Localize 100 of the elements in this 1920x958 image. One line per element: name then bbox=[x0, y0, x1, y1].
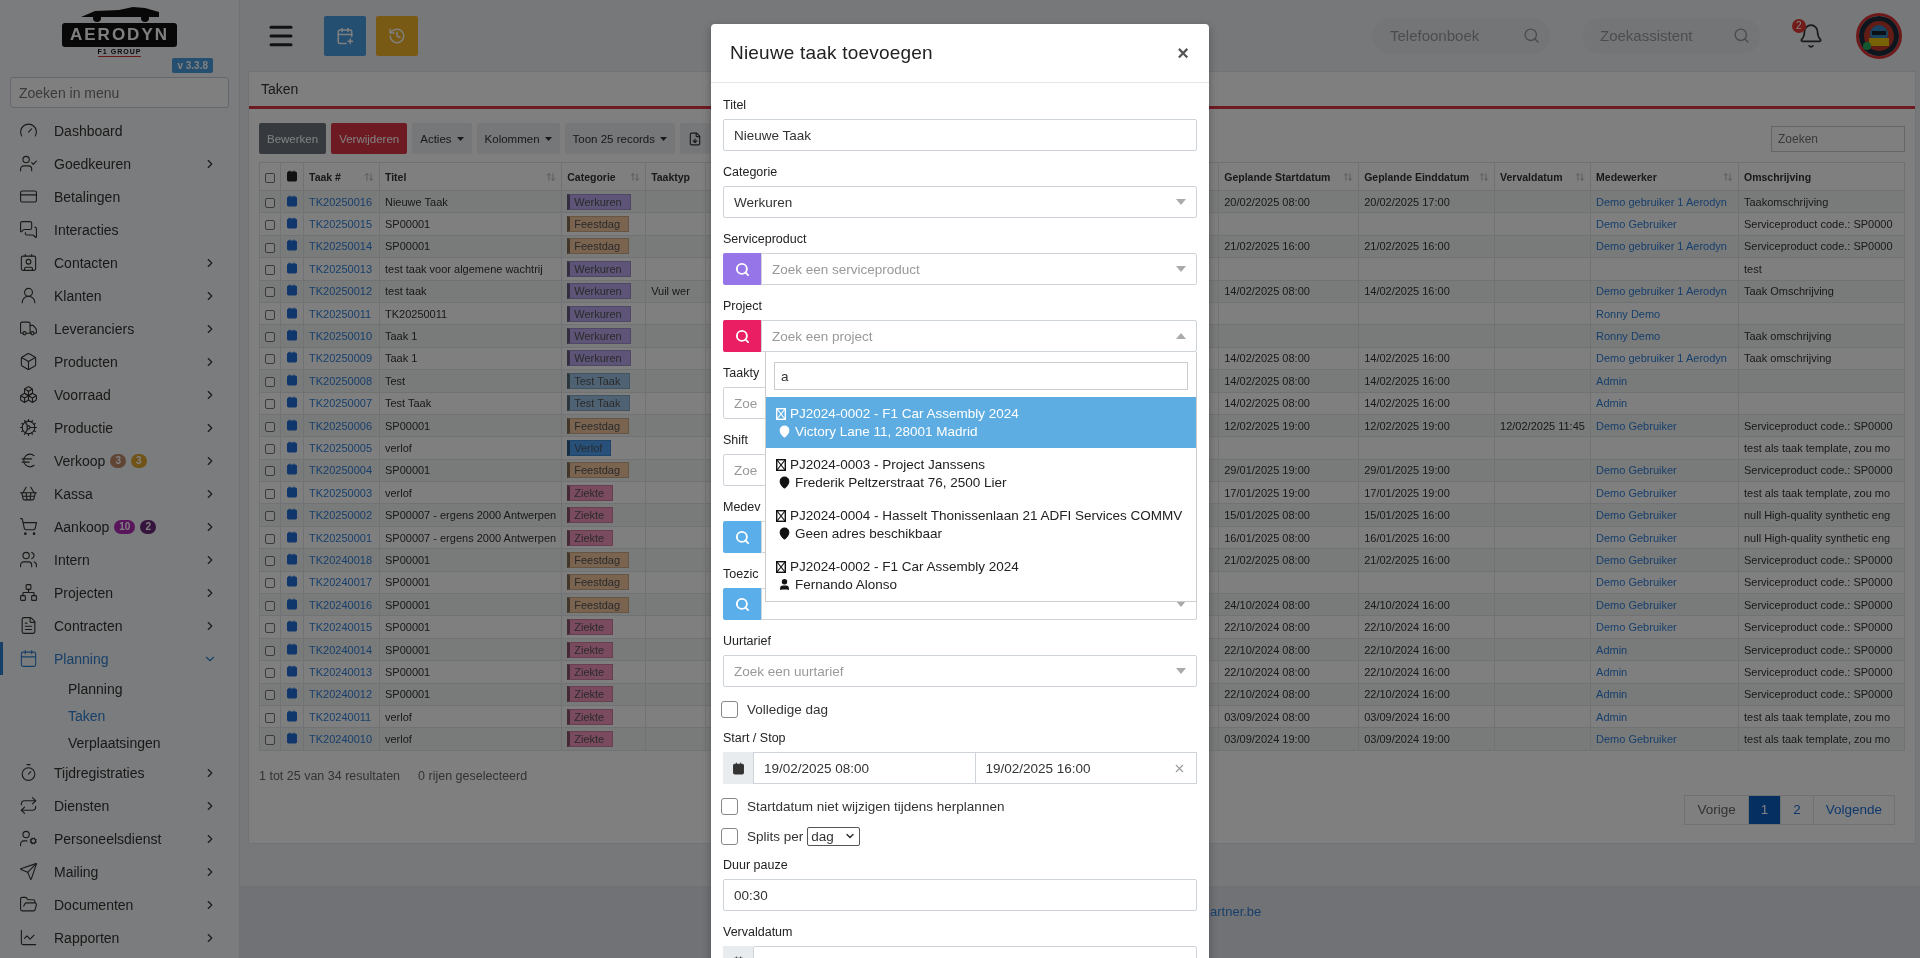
column-header[interactable]: Taak # bbox=[303, 162, 380, 191]
table-cell: Taak Omschrijving bbox=[1738, 280, 1905, 303]
employee-link[interactable]: Admin bbox=[1596, 710, 1628, 723]
table-cell: TK20250011 bbox=[379, 302, 562, 325]
column-header[interactable]: Medewerker bbox=[1590, 162, 1739, 191]
select-field[interactable]: dag bbox=[807, 826, 860, 846]
table-cell: null High-quality synthetic eng bbox=[1738, 503, 1905, 527]
column-header[interactable]: Titel bbox=[379, 162, 562, 191]
sidebar-item[interactable]: Projecten bbox=[0, 576, 239, 609]
sidebar-subitem[interactable]: Taken bbox=[0, 702, 239, 729]
table-cell: Taak 1 bbox=[379, 324, 562, 348]
employee-link[interactable]: Admin bbox=[1596, 397, 1628, 410]
checkbox-label: Splits per bbox=[747, 828, 804, 844]
category-tag: Feestdag bbox=[567, 216, 630, 233]
text-field[interactable]: Nieuwe Taak bbox=[723, 119, 1197, 151]
sidebar-item[interactable]: Aankoop 10 2 bbox=[0, 510, 239, 543]
dropdown-button[interactable]: Acties bbox=[412, 123, 472, 154]
table-cell: 14/02/2025 08:00 bbox=[1218, 280, 1359, 303]
field-label: Titel bbox=[723, 98, 747, 112]
table-cell: 17/01/2025 19:00 bbox=[1218, 481, 1359, 504]
sidebar-item[interactable]: Dashboard bbox=[0, 114, 239, 147]
table-cell: SP00001 bbox=[379, 593, 562, 616]
sidebar-item[interactable]: Klanten bbox=[0, 279, 239, 312]
footer-link[interactable]: artner.be bbox=[1210, 904, 1262, 919]
table-cell: 12/02/2025 19:00 bbox=[1358, 414, 1495, 437]
sidebar-item[interactable]: Planning bbox=[0, 642, 239, 675]
column-header[interactable]: Vervaldatum bbox=[1494, 162, 1591, 191]
table-cell: Serviceproduct code.: SP0000 bbox=[1738, 638, 1905, 661]
sidebar-item[interactable]: Diensten bbox=[0, 789, 239, 822]
sidebar-item[interactable]: Voorraad bbox=[0, 378, 239, 411]
field-label: Toezic bbox=[723, 567, 759, 581]
sidebar-item[interactable]: Verkoop 3 3 bbox=[0, 444, 239, 477]
delete-button[interactable]: Verwijderen bbox=[331, 123, 408, 154]
page-button[interactable]: 1 bbox=[1747, 794, 1782, 825]
employee-link[interactable]: Admin bbox=[1596, 374, 1628, 387]
dropdown-option[interactable]: PJ2024-0002 - F1 Car Assembly 2024 Victory Lane 11, 28001 Madrid bbox=[766, 397, 1196, 448]
select-field[interactable]: Zoek een serviceproduct bbox=[761, 253, 1197, 285]
category-tag: Ziekte bbox=[567, 686, 614, 703]
table-cell: Taak omschrijving bbox=[1738, 324, 1905, 348]
sidebar-subitem[interactable]: Verplaatsingen bbox=[0, 729, 239, 756]
column-header[interactable]: Categorie bbox=[561, 162, 646, 191]
table-cell: 14/02/2025 16:00 bbox=[1358, 392, 1495, 415]
table-cell: SP00001 bbox=[379, 212, 562, 236]
field-label: Serviceproduct bbox=[723, 232, 807, 246]
sidebar-item[interactable]: Contracten bbox=[0, 609, 239, 642]
table-cell: 14/02/2025 08:00 bbox=[1218, 369, 1359, 392]
page-button[interactable]: 2 bbox=[1780, 794, 1814, 825]
edit-button[interactable]: Bewerken bbox=[259, 123, 327, 154]
table-cell: 17/01/2025 19:00 bbox=[1358, 481, 1495, 504]
column-header[interactable]: Geplande Einddatum bbox=[1358, 162, 1495, 191]
field-label: Categorie bbox=[723, 165, 778, 179]
table-cell: 03/09/2024 16:00 bbox=[1358, 705, 1495, 728]
employee-link[interactable]: Admin bbox=[1596, 688, 1628, 701]
table-cell: 14/02/2025 08:00 bbox=[1218, 347, 1359, 370]
table-cell: 22/10/2024 16:00 bbox=[1358, 615, 1495, 639]
close-button[interactable]: × bbox=[1173, 41, 1193, 65]
sidebar-item[interactable]: Contacten bbox=[0, 246, 239, 279]
table-cell: Vuil wer bbox=[645, 280, 706, 303]
sidebar-item[interactable]: Productie bbox=[0, 411, 239, 444]
table-cell: Taak omschrijving bbox=[1738, 347, 1905, 370]
menu-search-field[interactable]: Zoeken in menu bbox=[10, 77, 229, 108]
category-tag: Test Taak bbox=[567, 372, 630, 389]
text-field[interactable]: 00:30 bbox=[723, 879, 1197, 911]
sidebar-item[interactable]: Leveranciers bbox=[0, 312, 239, 345]
column-header[interactable]: Geplande Startdatum bbox=[1218, 162, 1359, 191]
sidebar-item[interactable]: Interacties bbox=[0, 213, 239, 246]
employee-link[interactable]: Admin bbox=[1596, 665, 1628, 678]
dropdown-button[interactable]: Kolommen bbox=[476, 123, 560, 154]
table-cell: SP00001 bbox=[379, 660, 562, 684]
table-cell: 29/01/2025 19:00 bbox=[1218, 459, 1359, 482]
table-cell: Serviceproduct code.: SP0000 bbox=[1738, 548, 1905, 572]
date-field[interactable]: 19/02/2025 08:00 bbox=[753, 752, 976, 784]
category-tag: Feestdag bbox=[567, 462, 630, 479]
sidebar-item[interactable]: Mailing bbox=[0, 855, 239, 888]
table-search-field[interactable]: Zoeken bbox=[1771, 125, 1905, 152]
sidebar-item[interactable]: Producten bbox=[0, 345, 239, 378]
select-field[interactable]: Zoek een project bbox=[761, 320, 1197, 352]
category-tag: Ziekte bbox=[567, 731, 614, 748]
employee-link[interactable]: Admin bbox=[1596, 643, 1628, 656]
sidebar-item[interactable]: Rapporten bbox=[0, 921, 239, 954]
table-cell: 21/02/2025 16:00 bbox=[1358, 235, 1495, 258]
table-cell: SP00001 bbox=[379, 459, 562, 482]
page-button[interactable]: Volgende bbox=[1812, 794, 1895, 825]
sidebar-item[interactable]: Documenten bbox=[0, 888, 239, 921]
date-field[interactable]: 19/02/2025 16:00 bbox=[975, 752, 1197, 784]
category-tag: Ziekte bbox=[567, 708, 614, 725]
sidebar-item[interactable]: Goedkeuren bbox=[0, 147, 239, 180]
results-text: 1 tot 25 van 34 resultaten bbox=[259, 768, 401, 783]
select-field[interactable]: Zoek een uurtarief bbox=[723, 655, 1197, 687]
select-field[interactable]: Werkuren bbox=[723, 186, 1197, 218]
sidebar-item[interactable]: Betalingen bbox=[0, 180, 239, 213]
sidebar-item[interactable]: Kassa bbox=[0, 477, 239, 510]
table-cell: test als taak template, zou mo bbox=[1738, 727, 1905, 751]
sidebar-item[interactable]: Personeelsdienst bbox=[0, 822, 239, 855]
table-cell: test taak bbox=[379, 280, 562, 303]
sidebar-item[interactable]: Tijdregistraties bbox=[0, 756, 239, 789]
dropdown-search-field[interactable]: a bbox=[774, 362, 1188, 390]
sidebar-item[interactable]: Intern bbox=[0, 543, 239, 576]
dropdown-button[interactable]: Toon 25 records bbox=[564, 123, 675, 154]
sidebar-subitem[interactable]: Planning bbox=[0, 675, 239, 702]
